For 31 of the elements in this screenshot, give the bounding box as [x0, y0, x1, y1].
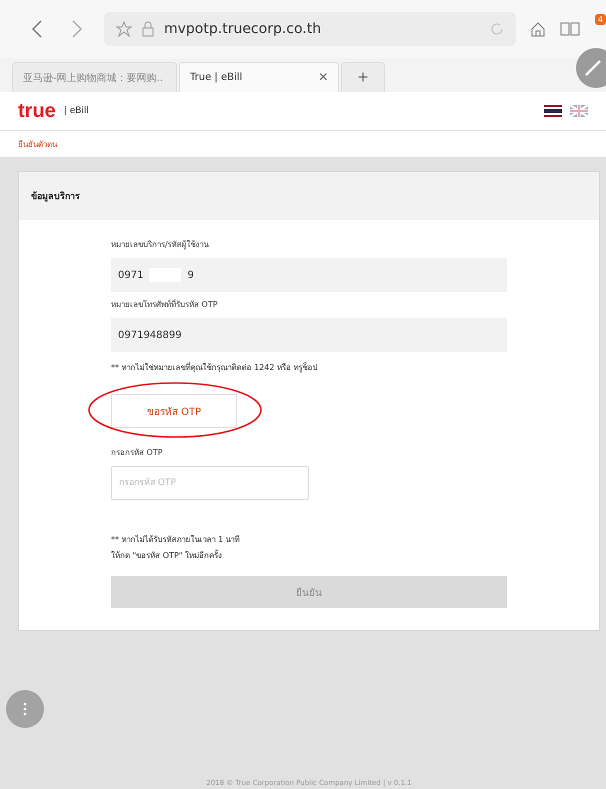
forward-icon: [72, 20, 82, 38]
lock-icon: [142, 21, 154, 37]
back-icon: [32, 20, 42, 38]
logo: true: [18, 100, 56, 122]
reload-icon[interactable]: [490, 22, 504, 36]
hint-text: ให้กด "ขอรหัส OTP" ใหม่อีกครั้ง: [111, 548, 223, 562]
pencil-icon: [584, 59, 602, 77]
notification-badge[interactable]: 4: [594, 14, 606, 25]
product-name: | eBill: [64, 106, 90, 116]
url-text: mvpotp.truecorp.co.th: [164, 21, 322, 37]
star-icon: [116, 21, 132, 37]
browser-tab[interactable]: 亚马逊-网上购物商城：要网购..: [12, 62, 177, 92]
address-bar[interactable]: mvpotp.truecorp.co.th: [104, 12, 516, 46]
otp-input[interactable]: กรอกรหัส OTP: [111, 466, 309, 500]
breadcrumb-link[interactable]: ยืนยันตัวตน: [18, 138, 57, 150]
request-otp-button[interactable]: ขอรหัส OTP: [111, 394, 237, 428]
close-tab-button[interactable]: ×: [318, 68, 328, 86]
field-label: หมายเลขโทรศัพท์ที่รับรหัส OTP: [111, 298, 219, 311]
new-tab-button[interactable]: +: [341, 62, 385, 92]
hint-text: ** หากไม่ได้รับรหัสภายในเวลา 1 นาที: [111, 534, 241, 546]
note-text: ** หากไม่ใช่หมายเลขที่คุณใช้กรุณาติดต่อ 1242 หรือ ทรูช็อป: [111, 361, 319, 374]
field-label: กรอกรหัส OTP: [111, 447, 164, 459]
more-icon: [23, 702, 27, 716]
readonly-field: 0971948899: [111, 318, 507, 352]
field-label: หมายเลขบริการ/รหัสผู้ใช้งาน: [111, 238, 210, 251]
card-title: ข้อมูลบริการ: [31, 190, 80, 203]
reader-icon[interactable]: [560, 22, 580, 36]
flag-icon[interactable]: [544, 105, 562, 117]
home-icon[interactable]: [530, 21, 546, 37]
browser-tab[interactable]: True | eBill ×: [179, 62, 339, 92]
readonly-field: 0971 9: [111, 258, 507, 292]
